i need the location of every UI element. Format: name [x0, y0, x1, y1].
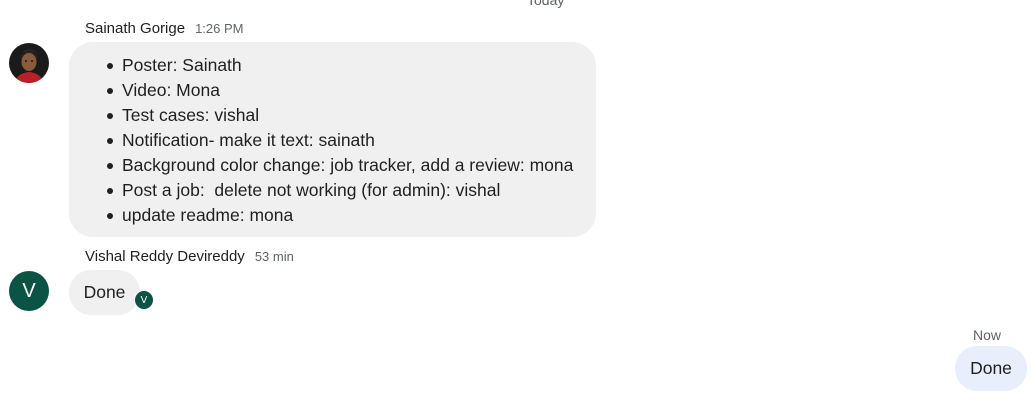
- message-bubble[interactable]: Done: [69, 270, 140, 315]
- message-header: Sainath Gorige 1:26 PM: [85, 20, 244, 37]
- list-item: Video: Mona: [107, 78, 580, 103]
- message-text: Done: [970, 358, 1012, 378]
- list-item: Test cases: vishal: [107, 103, 580, 128]
- message-text: Done: [83, 282, 126, 302]
- avatar-vishal[interactable]: V: [9, 271, 49, 311]
- message-timestamp: 1:26 PM: [195, 21, 244, 36]
- message-header: Vishal Reddy Devireddy 53 min: [85, 248, 294, 265]
- outgoing-message-bubble[interactable]: Done: [955, 346, 1027, 391]
- avatar-initial: V: [22, 279, 36, 302]
- list-item: Post a job: delete not working (for admi…: [107, 178, 580, 203]
- message-bubble[interactable]: Poster: Sainath Video: Mona Test cases: …: [69, 42, 596, 237]
- message-timestamp: Now: [972, 327, 1001, 343]
- list-item: Background color change: job tracker, ad…: [107, 153, 580, 178]
- list-item: update readme: mona: [107, 203, 580, 228]
- list-item: Poster: Sainath: [107, 53, 580, 78]
- sender-name: Vishal Reddy Devireddy: [85, 248, 245, 265]
- message-timestamp: 53 min: [254, 249, 294, 264]
- task-list: Poster: Sainath Video: Mona Test cases: …: [69, 53, 580, 228]
- profile-photo: [9, 43, 49, 83]
- avatar-sainath[interactable]: [9, 43, 49, 83]
- read-receipt-avatar: V: [134, 290, 154, 310]
- sender-name: Sainath Gorige: [85, 20, 186, 37]
- list-item: Notification- make it text: sainath: [107, 128, 580, 153]
- read-receipt-initial: V: [140, 294, 148, 306]
- day-separator: Today: [527, 0, 565, 8]
